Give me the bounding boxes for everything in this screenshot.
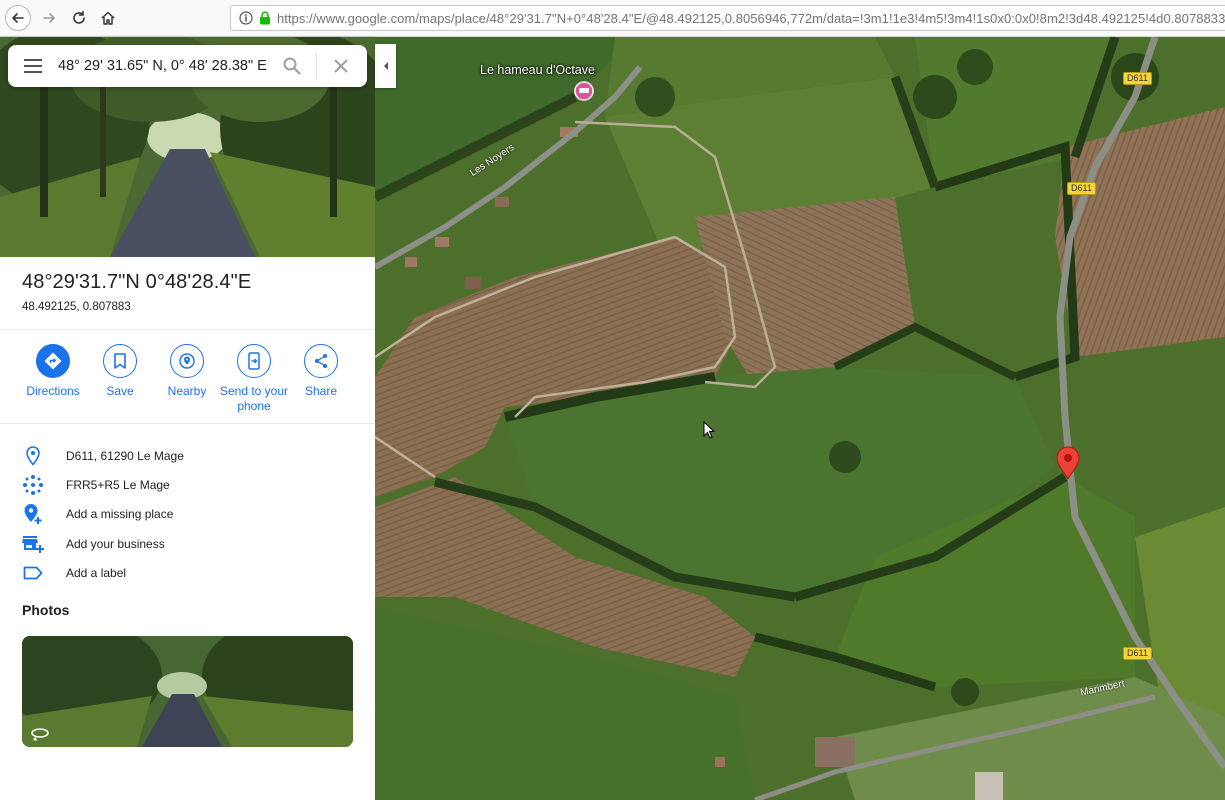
nearby-icon — [170, 344, 204, 378]
street-view-photo — [22, 636, 353, 747]
directions-icon — [36, 344, 70, 378]
add-business-icon — [22, 533, 44, 555]
back-button[interactable] — [5, 5, 31, 31]
url-text[interactable]: https://www.google.com/maps/place/48°29'… — [277, 11, 1225, 26]
clear-search-button[interactable] — [323, 45, 359, 87]
location-pin-icon — [22, 445, 44, 467]
lock-icon — [259, 11, 270, 25]
info-icon[interactable] — [239, 11, 253, 25]
address-row[interactable]: D611, 61290 Le Mage — [0, 441, 375, 470]
road-shield-d611: D611 — [1067, 182, 1096, 195]
back-arrow-icon — [12, 13, 24, 23]
mouse-cursor-icon — [703, 421, 715, 439]
add-label-text: Add a label — [66, 565, 127, 580]
search-icon — [283, 57, 301, 75]
address-text: D611, 61290 Le Mage — [66, 448, 184, 463]
street-view-hero-image[interactable] — [0, 37, 375, 257]
share-label: Share — [304, 384, 338, 398]
360-view-icon — [31, 728, 49, 741]
directions-label: Directions — [26, 384, 80, 398]
reload-button[interactable] — [66, 5, 92, 31]
add-label-row[interactable]: Add a label — [0, 558, 375, 587]
place-panel: 48°29'31.7"N 0°48'28.4"E 48.492125, 0.80… — [0, 37, 375, 800]
add-missing-place-row[interactable]: Add a missing place — [0, 500, 375, 529]
road-shield-d611: D611 — [1123, 647, 1152, 660]
caret-left-icon — [383, 62, 388, 70]
hamburger-menu-icon — [24, 59, 42, 73]
add-missing-place-text: Add a missing place — [66, 507, 174, 522]
divider — [0, 423, 375, 424]
forward-button[interactable] — [36, 5, 62, 31]
place-title: 48°29'31.7"N 0°48'28.4"E — [22, 271, 252, 293]
place-decimal-coordinates[interactable]: 48.492125, 0.807883 — [22, 301, 251, 313]
send-to-phone-label: Send to your phone — [219, 384, 289, 413]
send-to-phone-icon — [237, 344, 271, 378]
reload-icon — [73, 10, 85, 24]
home-icon — [101, 11, 115, 25]
search-divider — [316, 53, 317, 79]
forward-arrow-icon — [43, 13, 55, 23]
add-business-row[interactable]: Add your business — [0, 529, 375, 558]
menu-button[interactable] — [8, 45, 58, 87]
satellite-map[interactable]: Le hameau d'Octave Les Noyers Marimbert … — [375, 37, 1225, 800]
share-button[interactable]: Share — [281, 344, 361, 399]
info-list: D611, 61290 Le Mage FRR5+R5 Le Mage Add … — [0, 441, 375, 587]
place-header: 48°29'31.7"N 0°48'28.4"E 48.492125, 0.80… — [22, 271, 251, 313]
bookmark-icon — [103, 344, 137, 378]
road-shield-d611: D611 — [1123, 72, 1152, 85]
search-button[interactable] — [274, 45, 310, 87]
street-view-photo-card[interactable] — [22, 636, 353, 747]
share-icon — [304, 344, 338, 378]
plus-code-text: FRR5+R5 Le Mage — [66, 477, 170, 492]
address-bar[interactable]: https://www.google.com/maps/place/48°29'… — [230, 5, 1225, 31]
divider — [0, 329, 375, 330]
add-business-text: Add your business — [66, 536, 165, 551]
add-place-icon — [22, 503, 44, 525]
collapse-panel-button[interactable] — [375, 44, 396, 88]
nearby-label: Nearby — [167, 384, 207, 398]
save-label: Save — [106, 384, 134, 398]
browser-toolbar: https://www.google.com/maps/place/48°29'… — [0, 0, 1225, 37]
home-button[interactable] — [95, 5, 121, 31]
search-input[interactable] — [58, 58, 268, 74]
photos-heading: Photos — [22, 602, 70, 618]
close-icon — [334, 59, 348, 73]
label-icon — [22, 562, 44, 584]
plus-code-row[interactable]: FRR5+R5 Le Mage — [0, 470, 375, 499]
action-buttons: Directions Save Nearby Send to your phon… — [0, 344, 375, 424]
search-box[interactable] — [8, 45, 367, 87]
poi-label[interactable]: Le hameau d'Octave — [480, 63, 595, 77]
plus-code-icon — [22, 474, 44, 496]
